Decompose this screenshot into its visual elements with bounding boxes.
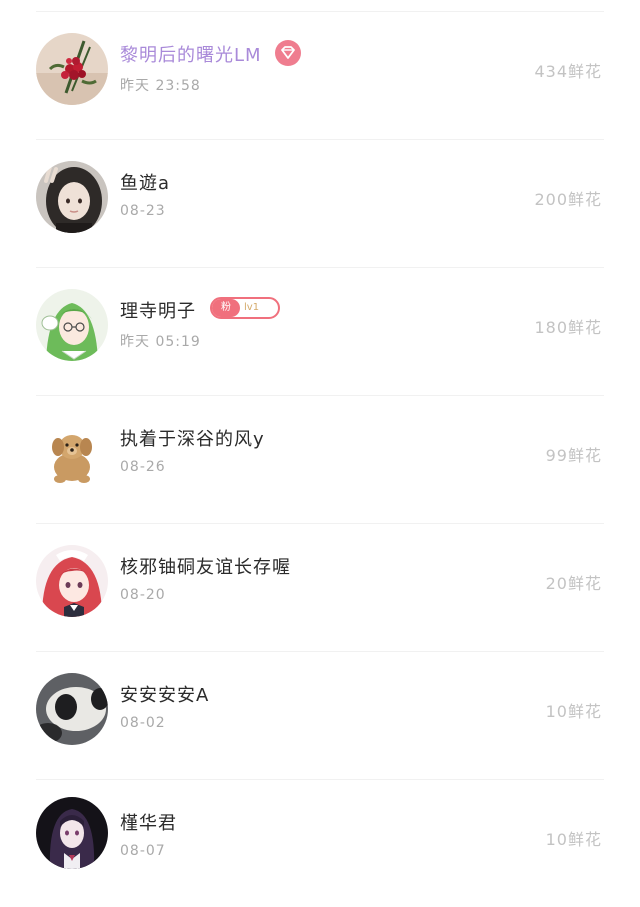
anime-girl-red-hair-avatar-image xyxy=(36,545,108,617)
diamond-vip-icon xyxy=(275,40,301,66)
username[interactable]: 鱼遊a xyxy=(120,169,170,195)
username[interactable]: 核邪铀硐友谊长存喔 xyxy=(120,553,291,579)
anime-girl-dark-hair-avatar-image xyxy=(36,797,108,869)
list-item[interactable]: 核邪铀硐友谊长存喔 08-20 20鲜花 xyxy=(0,523,640,651)
flower-count: 434鲜花 xyxy=(534,62,602,81)
avatar[interactable] xyxy=(36,545,108,617)
avatar[interactable] xyxy=(36,33,108,105)
avatar[interactable] xyxy=(36,797,108,869)
username[interactable]: 执着于深谷的风y xyxy=(120,425,265,451)
timestamp: 昨天 23:58 xyxy=(120,78,201,94)
flower-count: 200鲜花 xyxy=(534,190,602,209)
avatar[interactable] xyxy=(36,673,108,745)
flower-count: 180鲜花 xyxy=(534,318,602,337)
avatar[interactable] xyxy=(36,289,108,361)
list-item[interactable]: 鱼遊a 08-23 200鲜花 xyxy=(0,139,640,267)
username[interactable]: 理寺明子 xyxy=(120,297,196,323)
list-item[interactable]: 执着于深谷的风y 08-26 99鲜花 xyxy=(0,395,640,523)
fan-badge-label: 粉 xyxy=(212,299,240,317)
girl-selfie-avatar-image xyxy=(36,161,108,233)
list-item[interactable]: 安安安安A 08-02 10鲜花 xyxy=(0,651,640,779)
flower-count: 10鲜花 xyxy=(545,830,602,849)
panda-avatar-image xyxy=(36,673,108,745)
timestamp: 08-02 xyxy=(120,715,166,731)
fan-level-badge: 粉 lv1 xyxy=(210,297,280,319)
username[interactable]: 槿华君 xyxy=(120,809,177,835)
fan-badge-level: lv1 xyxy=(244,302,260,313)
flower-count: 99鲜花 xyxy=(545,446,602,465)
flower-count: 20鲜花 xyxy=(545,574,602,593)
flower-bouquet-avatar-image xyxy=(36,33,108,105)
list-item[interactable]: 槿华君 08-07 10鲜花 xyxy=(0,779,640,907)
avatar[interactable] xyxy=(36,417,108,489)
timestamp: 08-07 xyxy=(120,843,166,859)
anime-girl-green-hair-avatar-image xyxy=(36,289,108,361)
timestamp: 08-20 xyxy=(120,587,166,603)
list-item[interactable]: 理寺明子 粉 lv1 昨天 05:19 180鲜花 xyxy=(0,267,640,395)
timestamp: 08-26 xyxy=(120,459,166,475)
list-item[interactable]: 黎明后的曙光LM 昨天 23:58 434鲜花 xyxy=(0,11,640,139)
username[interactable]: 安安安安A xyxy=(120,681,209,707)
avatar[interactable] xyxy=(36,161,108,233)
username[interactable]: 黎明后的曙光LM xyxy=(120,41,262,67)
timestamp: 08-23 xyxy=(120,203,166,219)
timestamp: 昨天 05:19 xyxy=(120,334,201,350)
plush-dog-avatar-image xyxy=(36,417,108,489)
flower-count: 10鲜花 xyxy=(545,702,602,721)
